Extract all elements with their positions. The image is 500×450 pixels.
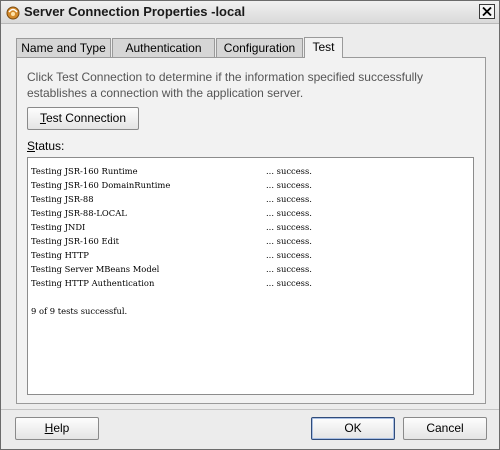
- test-description: Click Test Connection to determine if th…: [27, 70, 423, 100]
- footer-divider: [1, 409, 499, 410]
- status-line: Testing JSR-160 Edit... success.: [31, 236, 312, 246]
- tab-label: Name and Type: [21, 41, 106, 55]
- status-line: Testing JSR-88... success.: [31, 194, 312, 204]
- status-line: Testing HTTP Authentication... success.: [31, 278, 312, 288]
- button-label: est Connection: [45, 111, 127, 125]
- status-line: Testing HTTP... success.: [31, 250, 312, 260]
- tab-label: Configuration: [223, 41, 296, 55]
- window-title: Server Connection Properties -local: [24, 4, 246, 19]
- ok-button[interactable]: OK: [311, 417, 395, 440]
- status-label: Status:: [27, 139, 65, 153]
- tab-label: Authentication: [125, 41, 202, 55]
- status-line: Testing JNDI... success.: [31, 222, 312, 232]
- cancel-button[interactable]: Cancel: [403, 417, 487, 440]
- title-bar[interactable]: Server Connection Properties -local: [1, 1, 499, 24]
- status-summary: 9 of 9 tests successful.: [31, 306, 128, 316]
- help-button[interactable]: Help: [15, 417, 99, 440]
- close-x-icon: [482, 7, 492, 16]
- status-line: Testing Server MBeans Model... success.: [31, 264, 312, 274]
- tab-name-and-type[interactable]: Name and Type: [16, 38, 111, 57]
- status-lines: Testing JSR-160 Runtime... success. Test…: [31, 164, 451, 290]
- test-connection-button[interactable]: Test Connection: [27, 107, 139, 130]
- status-line: Testing JSR-88-LOCAL... success.: [31, 208, 312, 218]
- close-button[interactable]: [479, 4, 495, 19]
- status-line: Testing JSR-160 DomainRuntime... success…: [31, 180, 312, 190]
- status-line: Testing JSR-160 Runtime... success.: [31, 166, 312, 176]
- app-icon: [5, 4, 21, 20]
- server-connection-dialog: Server Connection Properties -local Name…: [0, 0, 500, 450]
- tab-label: Test: [312, 40, 335, 54]
- tab-authentication[interactable]: Authentication: [112, 38, 215, 57]
- mnemonic: S: [27, 139, 36, 153]
- status-output-area[interactable]: Testing JSR-160 Runtime... success. Test…: [27, 157, 474, 395]
- tab-test[interactable]: Test: [304, 37, 343, 58]
- tab-configuration[interactable]: Configuration: [216, 38, 303, 57]
